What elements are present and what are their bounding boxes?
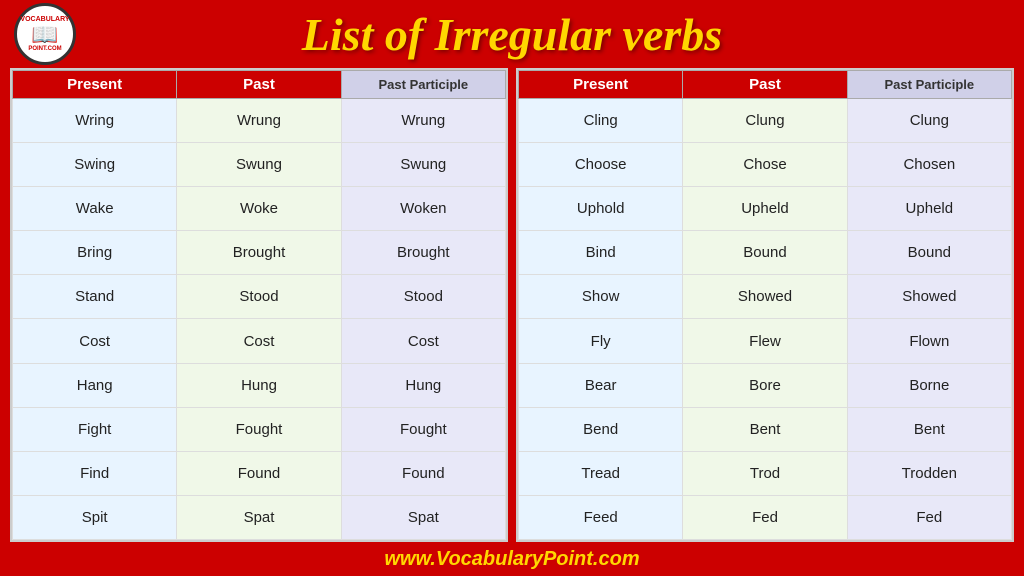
right-table-row: FeedFedFed xyxy=(519,495,1012,539)
right-cell-2-1: Upheld xyxy=(683,187,847,231)
left-cell-5-2: Cost xyxy=(341,319,505,363)
left-table-row: WringWrungWrung xyxy=(13,99,506,143)
right-table-row: TreadTrodTrodden xyxy=(519,451,1012,495)
right-table-row: ClingClungClung xyxy=(519,99,1012,143)
right-cell-4-0: Show xyxy=(519,275,683,319)
left-cell-3-2: Brought xyxy=(341,231,505,275)
right-table-row: ShowShowedShowed xyxy=(519,275,1012,319)
left-cell-7-2: Fought xyxy=(341,407,505,451)
right-cell-2-0: Uphold xyxy=(519,187,683,231)
right-header-present: Present xyxy=(519,71,683,99)
right-cell-6-0: Bear xyxy=(519,363,683,407)
left-cell-9-0: Spit xyxy=(13,495,177,539)
left-cell-5-0: Cost xyxy=(13,319,177,363)
left-table: Present Past Past Participle WringWrungW… xyxy=(12,70,506,540)
footer: www.VocabularyPoint.com xyxy=(0,542,1024,576)
logo-bottom-text: POINT.COM xyxy=(28,46,61,52)
right-table-row: BendBentBent xyxy=(519,407,1012,451)
footer-url: www.VocabularyPoint.com xyxy=(384,548,639,571)
left-table-row: SpitSpatSpat xyxy=(13,495,506,539)
left-header-past: Past xyxy=(177,71,341,99)
left-cell-1-2: Swung xyxy=(341,143,505,187)
right-table-container: Present Past Past Participle ClingClungC… xyxy=(516,68,1014,542)
right-cell-9-0: Feed xyxy=(519,495,683,539)
left-cell-6-1: Hung xyxy=(177,363,341,407)
left-cell-2-1: Woke xyxy=(177,187,341,231)
left-table-row: HangHungHung xyxy=(13,363,506,407)
left-cell-9-1: Spat xyxy=(177,495,341,539)
left-cell-4-0: Stand xyxy=(13,275,177,319)
left-cell-6-2: Hung xyxy=(341,363,505,407)
right-cell-1-0: Choose xyxy=(519,143,683,187)
right-cell-8-0: Tread xyxy=(519,451,683,495)
logo: VOCABULARY 📖 POINT.COM xyxy=(14,3,76,65)
right-table-row: UpholdUpheldUpheld xyxy=(519,187,1012,231)
right-cell-3-0: Bind xyxy=(519,231,683,275)
left-cell-7-0: Fight xyxy=(13,407,177,451)
right-cell-5-0: Fly xyxy=(519,319,683,363)
right-table-row: ChooseChoseChosen xyxy=(519,143,1012,187)
left-table-row: FindFoundFound xyxy=(13,451,506,495)
right-header-past: Past xyxy=(683,71,847,99)
left-cell-4-2: Stood xyxy=(341,275,505,319)
right-table-row: FlyFlewFlown xyxy=(519,319,1012,363)
left-table-row: FightFoughtFought xyxy=(13,407,506,451)
left-cell-7-1: Fought xyxy=(177,407,341,451)
left-cell-8-0: Find xyxy=(13,451,177,495)
left-cell-5-1: Cost xyxy=(177,319,341,363)
right-cell-1-2: Chosen xyxy=(847,143,1011,187)
left-cell-0-2: Wrung xyxy=(341,99,505,143)
left-cell-1-0: Swing xyxy=(13,143,177,187)
left-table-row: BringBroughtBrought xyxy=(13,231,506,275)
content-area: Present Past Past Participle WringWrungW… xyxy=(0,68,1024,542)
right-cell-6-1: Bore xyxy=(683,363,847,407)
right-cell-5-2: Flown xyxy=(847,319,1011,363)
right-table-row: BearBoreBorne xyxy=(519,363,1012,407)
right-cell-6-2: Borne xyxy=(847,363,1011,407)
right-cell-2-2: Upheld xyxy=(847,187,1011,231)
right-cell-0-1: Clung xyxy=(683,99,847,143)
left-cell-6-0: Hang xyxy=(13,363,177,407)
left-header-participle: Past Participle xyxy=(341,71,505,99)
right-cell-4-2: Showed xyxy=(847,275,1011,319)
right-cell-7-2: Bent xyxy=(847,407,1011,451)
left-cell-9-2: Spat xyxy=(341,495,505,539)
left-cell-4-1: Stood xyxy=(177,275,341,319)
left-cell-8-1: Found xyxy=(177,451,341,495)
right-cell-8-1: Trod xyxy=(683,451,847,495)
left-cell-3-1: Brought xyxy=(177,231,341,275)
left-cell-0-1: Wrung xyxy=(177,99,341,143)
right-table-row: BindBoundBound xyxy=(519,231,1012,275)
right-table: Present Past Past Participle ClingClungC… xyxy=(518,70,1012,540)
right-cell-4-1: Showed xyxy=(683,275,847,319)
right-cell-1-1: Chose xyxy=(683,143,847,187)
left-cell-3-0: Bring xyxy=(13,231,177,275)
left-table-row: SwingSwungSwung xyxy=(13,143,506,187)
right-cell-5-1: Flew xyxy=(683,319,847,363)
left-cell-0-0: Wring xyxy=(13,99,177,143)
right-cell-7-0: Bend xyxy=(519,407,683,451)
left-cell-1-1: Swung xyxy=(177,143,341,187)
left-table-row: StandStoodStood xyxy=(13,275,506,319)
left-table-row: WakeWokeWoken xyxy=(13,187,506,231)
right-cell-7-1: Bent xyxy=(683,407,847,451)
left-cell-2-2: Woken xyxy=(341,187,505,231)
left-header-present: Present xyxy=(13,71,177,99)
right-cell-3-2: Bound xyxy=(847,231,1011,275)
right-cell-9-2: Fed xyxy=(847,495,1011,539)
right-cell-9-1: Fed xyxy=(683,495,847,539)
page-wrapper: VOCABULARY 📖 POINT.COM List of Irregular… xyxy=(0,0,1024,576)
left-cell-8-2: Found xyxy=(341,451,505,495)
right-cell-0-2: Clung xyxy=(847,99,1011,143)
logo-book-icon: 📖 xyxy=(31,24,58,46)
left-table-container: Present Past Past Participle WringWrungW… xyxy=(10,68,508,542)
left-table-row: CostCostCost xyxy=(13,319,506,363)
right-cell-3-1: Bound xyxy=(683,231,847,275)
page-title: List of Irregular verbs xyxy=(302,8,722,61)
right-cell-0-0: Cling xyxy=(519,99,683,143)
header: VOCABULARY 📖 POINT.COM List of Irregular… xyxy=(0,0,1024,68)
right-cell-8-2: Trodden xyxy=(847,451,1011,495)
left-cell-2-0: Wake xyxy=(13,187,177,231)
right-header-participle: Past Participle xyxy=(847,71,1011,99)
